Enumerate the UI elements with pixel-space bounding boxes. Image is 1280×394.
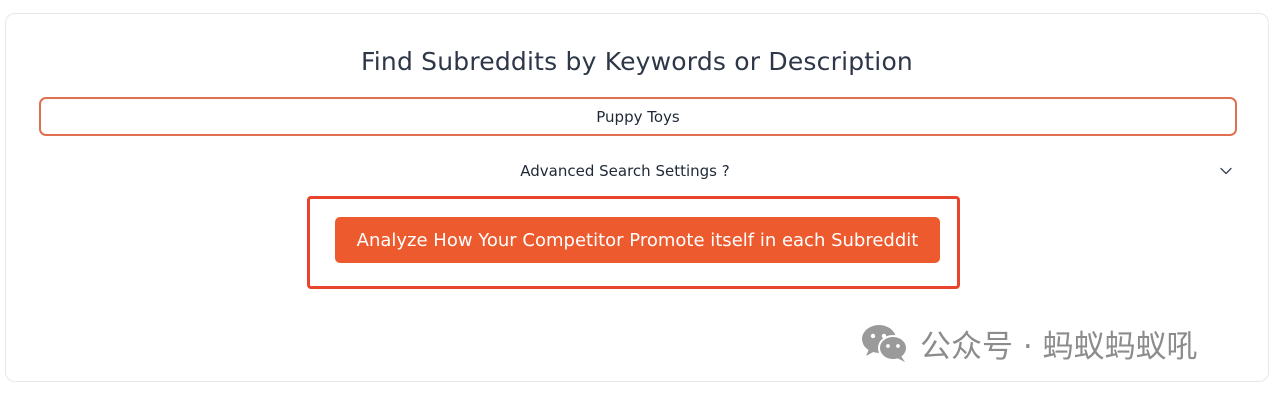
search-input[interactable] — [41, 106, 1235, 127]
chevron-down-icon[interactable] — [1219, 164, 1233, 178]
wechat-icon — [862, 325, 908, 362]
analyze-competitor-button[interactable]: Analyze How Your Competitor Promote itse… — [335, 217, 940, 263]
advanced-search-settings-toggle[interactable]: Advanced Search Settings ? — [0, 162, 1250, 180]
page-title: Find Subreddits by Keywords or Descripti… — [361, 47, 913, 76]
search-field-container[interactable] — [39, 97, 1237, 136]
watermark-text: 公众号 · 蚂蚁蚂蚁吼 — [920, 328, 1198, 365]
watermark: 公众号 · 蚂蚁蚂蚁吼 — [860, 320, 1198, 366]
